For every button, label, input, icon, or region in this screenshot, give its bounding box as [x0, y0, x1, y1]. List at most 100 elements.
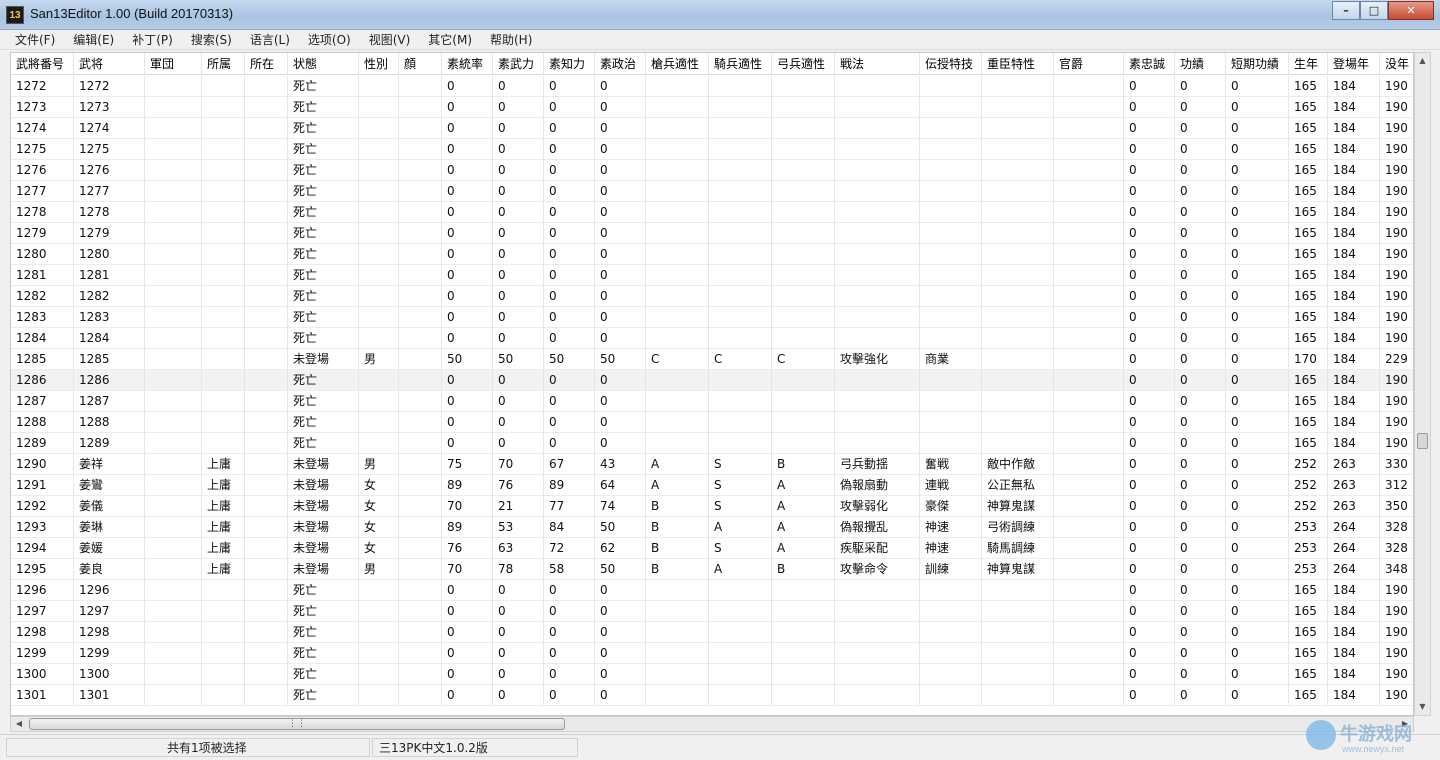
table-cell[interactable]	[245, 433, 288, 454]
table-cell[interactable]: 1286	[74, 370, 145, 391]
table-cell[interactable]: 0	[493, 685, 544, 706]
table-cell[interactable]: 0	[1226, 307, 1289, 328]
table-cell[interactable]: 0	[493, 118, 544, 139]
menu-item-7[interactable]: 其它(M)	[419, 30, 481, 49]
table-cell[interactable]: B	[772, 454, 835, 475]
table-cell[interactable]	[245, 622, 288, 643]
table-cell[interactable]: 死亡	[288, 622, 359, 643]
table-cell[interactable]: 190	[1380, 370, 1413, 391]
table-cell[interactable]	[982, 349, 1054, 370]
table-cell[interactable]	[646, 601, 709, 622]
table-cell[interactable]: 0	[595, 580, 646, 601]
table-cell[interactable]	[835, 202, 920, 223]
table-cell[interactable]: 165	[1289, 664, 1328, 685]
table-cell[interactable]: 1288	[74, 412, 145, 433]
table-cell[interactable]: 0	[442, 118, 493, 139]
table-cell[interactable]: 0	[1175, 685, 1226, 706]
table-cell[interactable]	[835, 622, 920, 643]
table-cell[interactable]: 女	[359, 538, 399, 559]
table-cell[interactable]: 190	[1380, 160, 1413, 181]
table-cell[interactable]: 1272	[74, 76, 145, 97]
table-cell[interactable]	[646, 265, 709, 286]
table-cell[interactable]: 165	[1289, 265, 1328, 286]
table-cell[interactable]: 0	[1124, 643, 1175, 664]
table-cell[interactable]	[920, 580, 982, 601]
table-cell[interactable]: 0	[442, 370, 493, 391]
table-cell[interactable]: 21	[493, 496, 544, 517]
table-cell[interactable]	[982, 286, 1054, 307]
table-cell[interactable]: 0	[1226, 139, 1289, 160]
table-cell[interactable]	[1054, 307, 1124, 328]
table-cell[interactable]	[772, 118, 835, 139]
table-cell[interactable]: 0	[1124, 664, 1175, 685]
table-cell[interactable]: 1278	[74, 202, 145, 223]
table-cell[interactable]: 0	[1124, 76, 1175, 97]
table-cell[interactable]: 0	[544, 685, 595, 706]
table-cell[interactable]: 0	[1175, 580, 1226, 601]
table-cell[interactable]: 死亡	[288, 433, 359, 454]
table-row[interactable]: 1286 1286 死亡 0 0 0 0 0 0 0 165 184 190	[11, 370, 1413, 391]
table-cell[interactable]	[202, 622, 245, 643]
table-cell[interactable]	[709, 97, 772, 118]
maximize-icon[interactable]: □	[1360, 1, 1388, 20]
table-cell[interactable]: 184	[1328, 685, 1380, 706]
table-cell[interactable]: 0	[1175, 139, 1226, 160]
table-cell[interactable]: 1287	[11, 391, 74, 412]
table-cell[interactable]: 死亡	[288, 139, 359, 160]
table-cell[interactable]: 死亡	[288, 328, 359, 349]
table-cell[interactable]	[835, 244, 920, 265]
table-cell[interactable]: 訓練	[920, 559, 982, 580]
table-cell[interactable]: 弓術調練	[982, 517, 1054, 538]
table-cell[interactable]	[920, 391, 982, 412]
table-cell[interactable]	[202, 391, 245, 412]
table-cell[interactable]: 165	[1289, 685, 1328, 706]
table-cell[interactable]: 1279	[11, 223, 74, 244]
table-cell[interactable]: 男	[359, 454, 399, 475]
table-cell[interactable]	[982, 76, 1054, 97]
table-cell[interactable]: 0	[493, 181, 544, 202]
table-cell[interactable]: 170	[1289, 349, 1328, 370]
table-cell[interactable]: 姜鸞	[74, 475, 145, 496]
table-cell[interactable]	[145, 685, 202, 706]
vertical-scroll-thumb[interactable]	[1417, 433, 1428, 449]
table-cell[interactable]	[245, 412, 288, 433]
table-row[interactable]: 1281 1281 死亡 0 0 0 0 0 0 0 165 184 190	[11, 265, 1413, 286]
table-cell[interactable]: 0	[595, 685, 646, 706]
table-cell[interactable]	[145, 139, 202, 160]
table-row[interactable]: 1277 1277 死亡 0 0 0 0 0 0 0 165 184 190	[11, 181, 1413, 202]
table-cell[interactable]	[399, 391, 442, 412]
table-cell[interactable]: 50	[595, 349, 646, 370]
table-cell[interactable]	[245, 181, 288, 202]
table-cell[interactable]	[982, 139, 1054, 160]
table-cell[interactable]: 263	[1328, 454, 1380, 475]
table-row[interactable]: 1295 姜良 上庸 未登場男 70 78 58 50 B A B 攻擊命令 訓練 神算鬼謀 0 0 0 253 2…	[11, 559, 1413, 580]
table-cell[interactable]	[359, 97, 399, 118]
table-cell[interactable]: 50	[595, 517, 646, 538]
table-cell[interactable]: 敵中作敵	[982, 454, 1054, 475]
table-cell[interactable]: 神算鬼謀	[982, 496, 1054, 517]
table-cell[interactable]	[1054, 265, 1124, 286]
table-cell[interactable]: 328	[1380, 517, 1413, 538]
table-cell[interactable]	[646, 307, 709, 328]
table-cell[interactable]	[145, 223, 202, 244]
table-cell[interactable]	[145, 76, 202, 97]
table-cell[interactable]: 165	[1289, 244, 1328, 265]
table-cell[interactable]: 男	[359, 559, 399, 580]
table-cell[interactable]	[1054, 412, 1124, 433]
table-cell[interactable]: 死亡	[288, 265, 359, 286]
table-cell[interactable]: 攻擊弱化	[835, 496, 920, 517]
table-cell[interactable]: 男	[359, 349, 399, 370]
table-cell[interactable]	[245, 685, 288, 706]
table-cell[interactable]: 0	[1226, 181, 1289, 202]
table-cell[interactable]	[202, 244, 245, 265]
table-cell[interactable]	[920, 223, 982, 244]
table-cell[interactable]: 0	[544, 265, 595, 286]
table-cell[interactable]: 312	[1380, 475, 1413, 496]
table-cell[interactable]	[772, 643, 835, 664]
table-cell[interactable]	[709, 601, 772, 622]
table-cell[interactable]	[835, 433, 920, 454]
table-cell[interactable]: 252	[1289, 496, 1328, 517]
table-cell[interactable]: 165	[1289, 223, 1328, 244]
table-cell[interactable]: 0	[1175, 454, 1226, 475]
table-cell[interactable]	[145, 160, 202, 181]
